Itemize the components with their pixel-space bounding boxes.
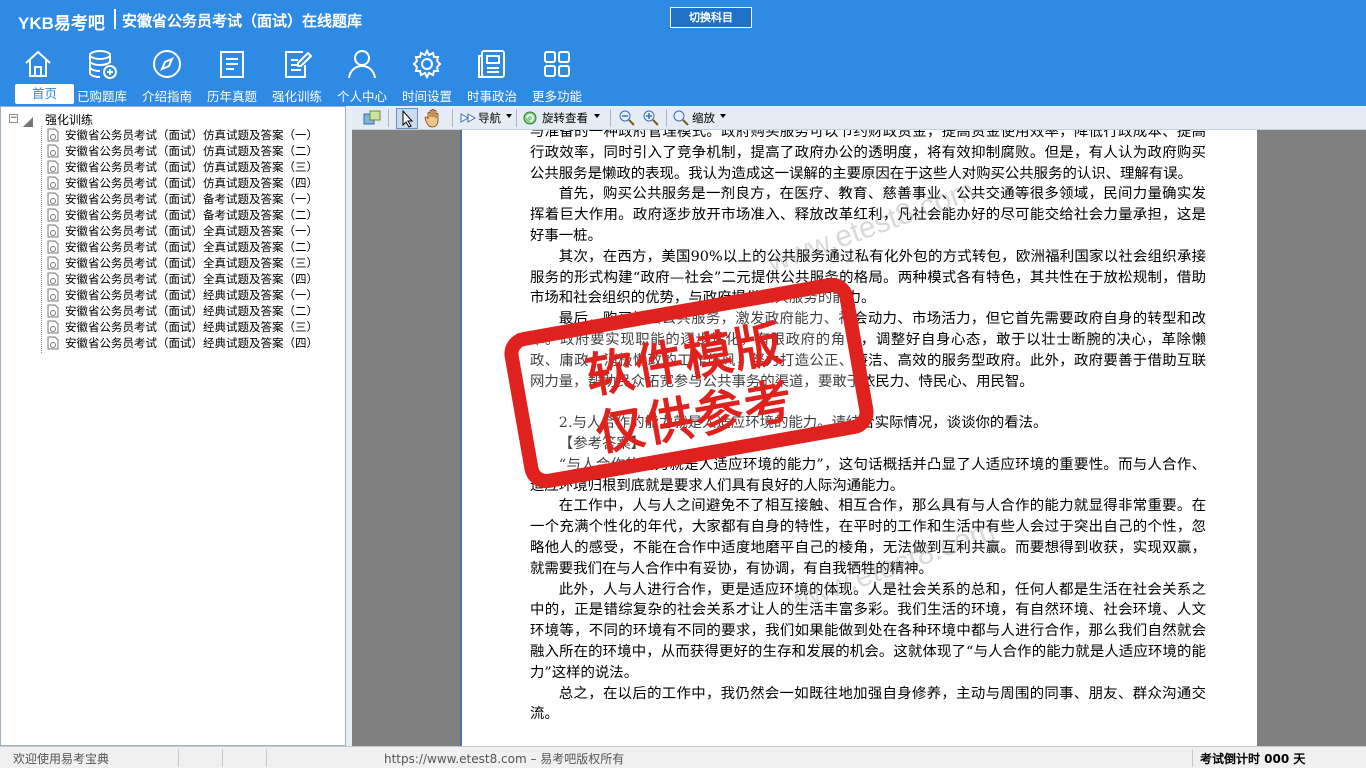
navigate-icon <box>460 108 476 128</box>
exam-doc-icon <box>47 336 59 350</box>
thumbnail-icon[interactable] <box>362 108 382 128</box>
exam-countdown: 考试倒计时 000 天 <box>1200 752 1306 766</box>
rotate-view-menu[interactable]: 旋转查看 <box>542 110 588 126</box>
document-viewer[interactable]: 与准备的一种政府管理模式。政府购买服务可以节约财政资金，提高资金使用效率，降低行… <box>352 130 1366 746</box>
nav-more-features[interactable]: 更多功能 <box>526 44 588 106</box>
tree-item-label: 安徽省公务员考试（面试）全真试题及答案（四） <box>65 272 318 286</box>
nav-label: 时间设置 <box>401 89 452 104</box>
user-icon <box>346 48 378 80</box>
tree-item-label: 安徽省公务员考试（面试）经典试题及答案（四） <box>65 336 318 350</box>
tree-item-label: 安徽省公务员考试（面试）仿真试题及答案（二） <box>65 144 318 158</box>
toolbar-divider <box>516 109 517 127</box>
tree-item-label: 安徽省公务员考试（面试）仿真试题及答案（四） <box>65 176 318 190</box>
toolbar-divider <box>666 109 667 127</box>
compass-icon <box>151 48 183 80</box>
app-title: 安徽省公务员考试（面试）在线题库 <box>122 12 363 30</box>
tree-item-label: 安徽省公务员考试（面试）全真试题及答案（三） <box>65 256 318 270</box>
toolbar-divider <box>388 109 389 127</box>
pointer-icon <box>402 109 414 128</box>
toolbar-divider <box>452 109 453 127</box>
collapse-toggle[interactable]: − <box>9 114 18 123</box>
nav-purchased-banks[interactable]: 已购题库 <box>71 44 133 106</box>
exam-tree-panel: − 强化训练 安徽省公务员考试（面试）仿真试题及答案（一） 安徽省公务员考试（面… <box>0 106 346 746</box>
zoom-menu[interactable]: 缩放 <box>692 110 715 126</box>
paragraph: 与准备的一种政府管理模式。政府购买服务可以节约财政资金，提高资金使用效率，降低行… <box>530 130 1206 182</box>
document-list-icon <box>216 48 248 80</box>
viewer-toolbar <box>352 106 1366 130</box>
nav-current-affairs[interactable]: 时事政治 <box>461 44 523 106</box>
status-copyright: https://www.etest8.com – 易考吧版权所有 <box>384 752 625 766</box>
exam-doc-icon <box>47 224 59 238</box>
switch-subject-button[interactable]: 切换科目 <box>670 7 752 28</box>
select-tool-button[interactable] <box>396 108 418 129</box>
nav-label: 已购题库 <box>76 89 127 104</box>
exam-doc-icon <box>47 208 59 222</box>
nav-intensive-training[interactable]: 强化训练 <box>266 44 328 106</box>
toolbar-divider <box>610 109 611 127</box>
nav-home[interactable]: 首页 <box>7 44 74 106</box>
folder-icon <box>22 113 34 127</box>
tree-item-label: 安徽省公务员考试（面试）备考试题及答案（一） <box>65 192 318 206</box>
nav-label: 时事政治 <box>466 89 517 104</box>
edit-document-icon <box>281 48 313 80</box>
tree-item-label: 安徽省公务员考试（面试）备考试题及答案（二） <box>65 208 318 222</box>
paragraph: 总之，在以后的工作中，我仍然会一如既往地加强自身修养，主动与周围的同事、朋友、群… <box>530 685 1206 723</box>
tree-root-label: 强化训练 <box>45 113 94 127</box>
exam-doc-icon <box>47 192 59 206</box>
exam-doc-icon <box>47 288 59 302</box>
nav-time-settings[interactable]: 时间设置 <box>396 44 458 106</box>
brand-logo: YKB易考吧 <box>18 14 105 33</box>
status-divider <box>266 749 267 767</box>
nav-label: 介绍指南 <box>141 89 192 104</box>
nav-guide[interactable]: 介绍指南 <box>136 44 198 106</box>
status-divider <box>178 749 179 767</box>
magnifier-icon <box>672 109 690 129</box>
status-bar: 欢迎使用易考宝典 https://www.etest8.com – 易考吧版权所… <box>0 746 1366 768</box>
nav-personal-center[interactable]: 个人中心 <box>331 44 393 106</box>
tree-item-label: 安徽省公务员考试（面试）全真试题及答案（二） <box>65 240 318 254</box>
exam-doc-icon <box>47 320 59 334</box>
tree-guide-line <box>41 126 42 353</box>
main-nav: 首页 已购题库 介绍指南 历年真题 强化训练 个人中心 时间设置 时事政治 更多… <box>0 44 1366 106</box>
exam-doc-icon <box>47 128 59 142</box>
zoom-in-icon[interactable] <box>642 109 660 129</box>
zoom-out-icon[interactable] <box>618 109 636 129</box>
gear-icon <box>411 48 443 80</box>
nav-label: 更多功能 <box>531 89 582 104</box>
exam-doc-icon <box>47 304 59 318</box>
exam-doc-icon <box>47 176 59 190</box>
navigate-menu[interactable]: 导航 <box>478 110 501 126</box>
title-row: YKB易考吧 安徽省公务员考试（面试）在线题库 切换科目 <box>0 0 1366 38</box>
nav-past-exams[interactable]: 历年真题 <box>201 44 263 106</box>
tree-item-label: 安徽省公务员考试（面试）仿真试题及答案（一） <box>65 128 318 142</box>
title-divider <box>114 9 116 29</box>
tree-item-label: 安徽省公务员考试（面试）仿真试题及答案（三） <box>65 160 318 174</box>
status-divider <box>1192 749 1193 767</box>
newspaper-icon <box>476 48 508 80</box>
exam-doc-icon <box>47 144 59 158</box>
database-add-icon <box>86 48 118 80</box>
home-icon <box>22 48 54 80</box>
nav-label: 历年真题 <box>206 89 257 104</box>
exam-doc-icon <box>47 160 59 174</box>
tree-item-label: 安徽省公务员考试（面试）经典试题及答案（一） <box>65 288 318 302</box>
nav-label: 强化训练 <box>271 89 322 104</box>
status-divider <box>222 749 223 767</box>
grid-icon <box>541 48 573 80</box>
exam-doc-icon <box>47 272 59 286</box>
paragraph: 此外，人与人进行合作，更是适应环境的体现。人是社会关系的总和，任何人都是生活在社… <box>530 581 1206 681</box>
app-header: YKB易考吧 安徽省公务员考试（面试）在线题库 切换科目 首页 已购题库 介绍指… <box>0 0 1366 106</box>
nav-label: 个人中心 <box>336 89 387 104</box>
rotate-icon <box>522 110 538 130</box>
tree-item-label: 安徽省公务员考试（面试）经典试题及答案（二） <box>65 304 318 318</box>
nav-label: 首页 <box>15 84 74 104</box>
paragraph: 其次，在西方，美国90%以上的公共服务通过私有化外包的方式转包，欧洲福利国家以社… <box>530 248 1206 307</box>
tree-item-label: 安徽省公务员考试（面试）经典试题及答案（三） <box>65 320 318 334</box>
exam-doc-icon <box>47 256 59 270</box>
tree-item-label: 安徽省公务员考试（面试）全真试题及答案（一） <box>65 224 318 238</box>
hand-icon[interactable] <box>424 108 442 128</box>
status-welcome: 欢迎使用易考宝典 <box>13 752 110 766</box>
exam-doc-icon <box>47 240 59 254</box>
